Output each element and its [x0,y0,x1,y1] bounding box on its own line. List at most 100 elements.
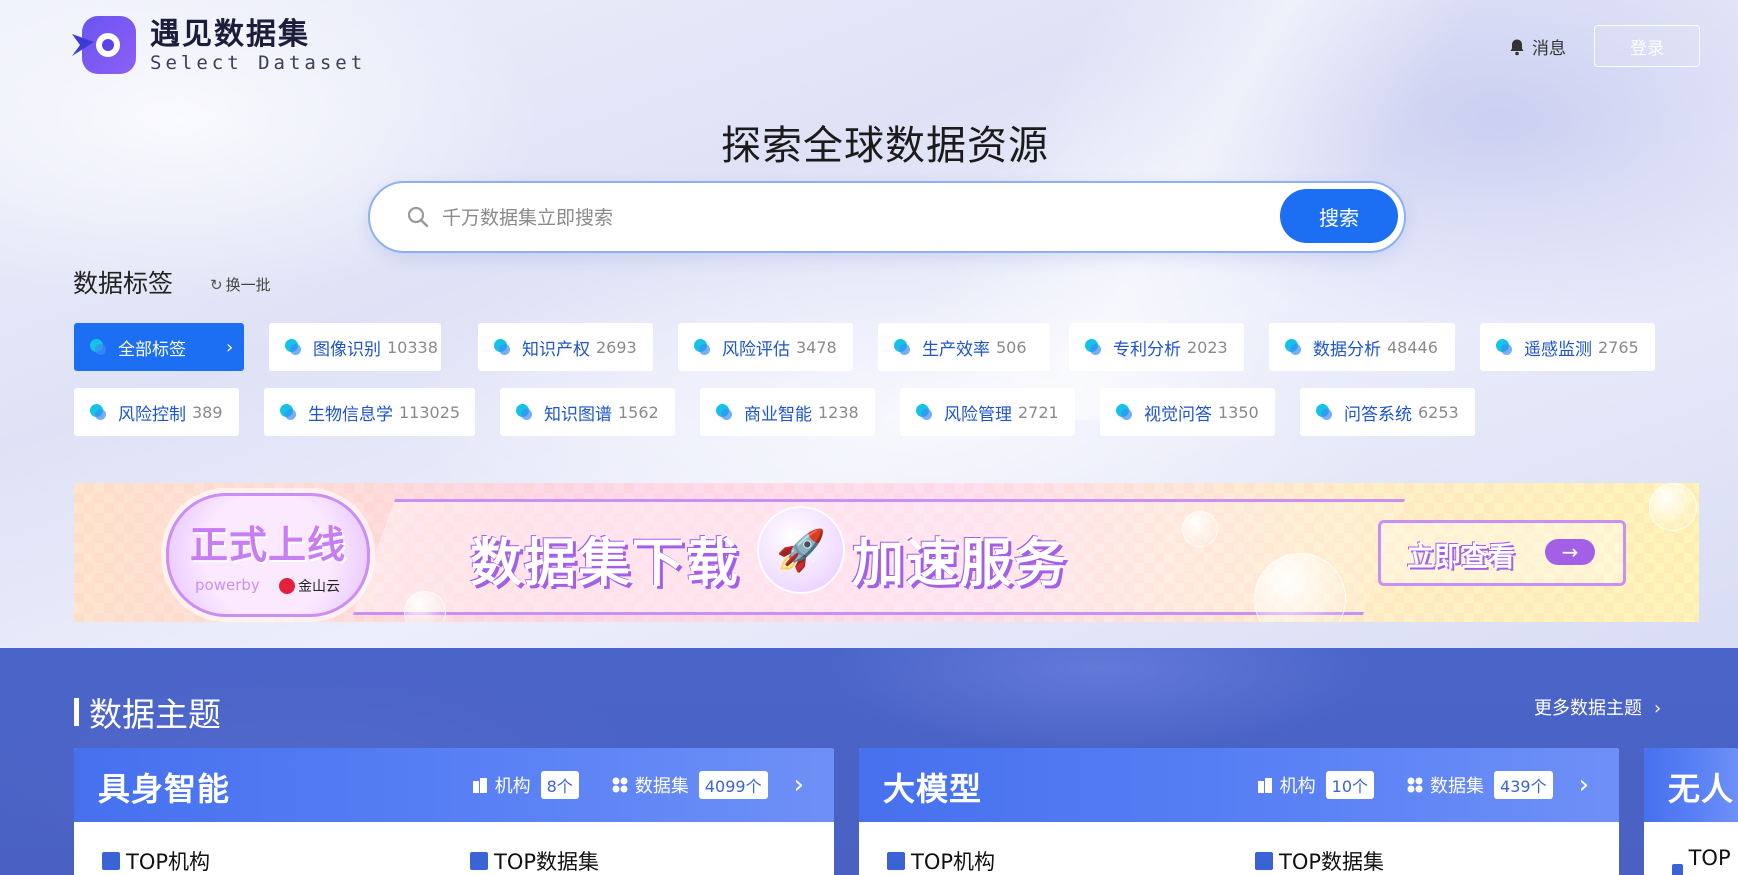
search-bar: 搜索 [368,181,1406,253]
tag-count: 1238 [818,402,859,422]
top-org-heading: TOP机构 [887,846,995,875]
badge-powered: powerby [195,576,260,594]
top-dataset-heading: TOP数据集 [470,846,599,875]
search-button[interactable]: 搜索 [1280,189,1398,243]
more-topics-link[interactable]: 更多数据主题 › [1534,694,1661,720]
bubble-decoration [1182,511,1218,547]
tag-icon [90,404,106,420]
tag-icon [516,404,532,420]
tag-icon [694,339,710,355]
tag-label: 全部标签 [118,339,186,360]
tag-item[interactable]: 风险控制 389 [74,388,239,436]
tag-icon [1116,404,1132,420]
topic-name: 大模型 [883,770,983,808]
tag-count: 2023 [1187,337,1228,357]
tag-item[interactable]: 问答系统 6253 [1300,388,1475,436]
logo-subtitle: Select Dataset [150,52,367,74]
tag-count: 1350 [1218,402,1259,422]
hero-title: 探索全球数据资源 [721,123,1049,169]
dataset-count: 4099个 [698,771,768,799]
tag-label: 问答系统 [1344,404,1412,425]
dataset-count: 439个 [1494,771,1553,799]
tag-item[interactable]: 知识产权 2693 [478,323,653,371]
topic-meta: 机构 10个 数据集 439个 › [1256,770,1589,800]
refresh-icon: ↻ [210,275,223,294]
tag-all[interactable]: 全部标签 › [74,323,244,371]
tag-item[interactable]: 图像识别 10338 [269,323,441,371]
tag-item[interactable]: 生物信息学 113025 [264,388,475,436]
tag-label: 图像识别 [313,339,381,360]
topic-name: 无人 [1668,770,1735,808]
tag-item[interactable]: 风险管理 2721 [900,388,1075,436]
tag-item[interactable]: 生产效率 506 [878,323,1050,371]
login-button[interactable]: 登录 [1594,25,1700,67]
tag-label: 风险管理 [944,404,1012,425]
tag-label: 生物信息学 [308,404,393,425]
badge-brand: 金山云 [279,576,340,596]
tag-label: 风险评估 [722,339,790,360]
tag-item[interactable]: 商业智能 1238 [700,388,875,436]
messages-link[interactable]: 消息 [1508,34,1566,59]
tag-icon [285,339,301,355]
top-org-label: TOP机构 [911,850,996,874]
topic-name: 具身智能 [98,770,231,808]
tag-icon [1496,339,1512,355]
bubble-decoration [1649,483,1697,531]
tag-icon [716,404,732,420]
top-org-heading: TOP机构 [102,846,210,875]
tag-item[interactable]: 视觉问答 1350 [1100,388,1275,436]
tag-icon [90,339,106,355]
dataset-icon [612,777,628,793]
tag-item[interactable]: 遥感监测 2765 [1480,323,1655,371]
chevron-right-icon[interactable]: › [794,770,804,800]
top-org-label: TOP机构 [126,850,211,874]
tag-label: 数据分析 [1313,339,1381,360]
dataset-icon [1407,777,1423,793]
tag-icon [494,339,510,355]
tag-count: 2693 [596,337,637,357]
building-icon [1672,864,1683,875]
tag-label: 视觉问答 [1144,404,1212,425]
tag-icon [894,339,910,355]
arrow-right-icon: → [1545,539,1595,565]
topic-card[interactable]: 无人 TOP机构 [1644,748,1738,875]
messages-label: 消息 [1532,39,1566,59]
online-badge: 正式上线 powerby 金山云 [166,493,370,617]
top-org-heading: TOP机构 [1672,846,1738,875]
search-icon [407,206,429,228]
tag-item[interactable]: 风险评估 3478 [678,323,853,371]
tag-count: 10338 [387,337,438,357]
logo-title: 遇见数据集 [150,17,310,52]
tag-item[interactable]: 专利分析 2023 [1069,323,1244,371]
dataset-icon [470,852,488,870]
logo[interactable]: 遇见数据集 Select Dataset [72,14,366,78]
top-org-label: TOP机构 [1688,846,1731,875]
topic-card[interactable]: 具身智能 机构 8个 数据集 4099个 › TOP机构 TOP数据集 [74,748,834,875]
promo-banner[interactable]: 正式上线 powerby 金山云 数据集下载 🚀 加速服务 立即查看 → [74,483,1699,622]
view-now-button[interactable]: 立即查看 → [1378,520,1626,586]
tag-icon [1085,339,1101,355]
refresh-tags-button[interactable]: ↻ 换一批 [210,274,271,295]
top-dataset-label: TOP数据集 [494,850,600,874]
org-label: 机构 [494,776,531,797]
building-icon [472,778,487,793]
topic-card-header: 无人 [1644,748,1738,822]
topic-card-header: 具身智能 机构 8个 数据集 4099个 › [74,748,834,822]
tag-item[interactable]: 知识图谱 1562 [500,388,675,436]
kingsoft-cloud-icon [279,578,295,594]
more-topics-label: 更多数据主题 [1534,698,1642,719]
topic-card-body: TOP机构 [1644,822,1738,875]
topic-card[interactable]: 大模型 机构 10个 数据集 439个 › TOP机构 TOP数据集 [859,748,1619,875]
tag-count: 48446 [1387,337,1438,357]
tag-item[interactable]: 数据分析 48446 [1269,323,1455,371]
chevron-right-icon: › [226,336,234,358]
topics-title-text: 数据主题 [89,695,221,734]
chevron-right-icon[interactable]: › [1579,770,1589,800]
org-count: 10个 [1325,771,1375,799]
topic-card-body: TOP机构 TOP数据集 [859,822,1619,875]
tag-icon [1285,339,1301,355]
search-input[interactable] [440,197,1244,239]
tag-count: 389 [192,402,223,422]
rocket-icon: 🚀 [757,506,845,594]
tag-label: 遥感监测 [1524,339,1592,360]
